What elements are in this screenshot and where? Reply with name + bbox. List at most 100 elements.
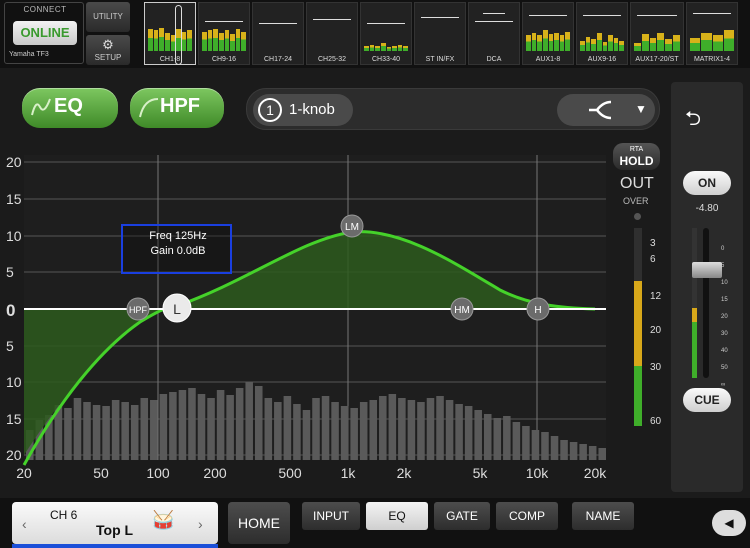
gain-axis-label: 5 [6,338,14,354]
rta-bar [264,398,273,460]
fader-track[interactable] [703,228,709,378]
bank-label: MATRIX1-4 [693,56,731,63]
meter-scale-label: 60 [650,416,662,427]
rta-bar [445,400,454,460]
tab-eq[interactable]: EQ [366,502,428,530]
rta-bar [226,395,234,460]
online-button[interactable]: ONLINE [13,21,77,45]
rta-bar [102,406,110,460]
rta-bar [464,406,473,460]
out-meter-green [634,366,642,426]
rta-bar [588,446,597,460]
channel-color-bar [12,544,218,548]
hpf-node[interactable]: HPF [126,297,150,321]
fader-scale-label: ∞ [721,382,726,388]
rta-bar [235,388,244,460]
bank-dca[interactable]: DCA [468,2,520,65]
freq-axis-label: 2k [396,465,412,481]
next-channel-icon[interactable]: › [198,516,203,532]
high-node[interactable]: H [526,297,550,321]
freq-axis-label: 10k [525,465,549,481]
high-mid-node[interactable]: HM [450,297,474,321]
fader-scale-label: 5 [721,263,725,269]
channel-number: CH 6 [50,508,78,522]
rta-bar [522,426,530,460]
expand-left-icon[interactable]: ◀ [712,510,746,536]
fader-scale-label: 10 [721,280,728,286]
tab-input[interactable]: INPUT [302,502,360,530]
fader-scale-label: 15 [721,297,728,303]
freq-info: Freq 125Hz [149,230,206,242]
rta-bar [417,402,425,460]
freq-axis-label: 500 [278,465,302,481]
rta-bar [73,398,82,460]
knob-number-icon: 1 [258,98,282,122]
gain-axis-label: 10 [6,228,22,244]
back-icon[interactable]: ⮌ [685,104,701,138]
utility-button[interactable]: UTILITY [86,2,130,32]
fader-scale-label: 0 [721,246,725,252]
eq-button[interactable]: EQ [22,88,118,128]
gear-icon: ⚙ [102,37,114,52]
rta-bar [140,398,149,460]
low-node[interactable]: L [162,293,192,323]
over-indicator [634,213,641,220]
channel-strip-panel: ⮌ ON -4.80 0 5 10 15 20 30 40 50 ∞ CUE [671,82,743,492]
bank-aux9-16[interactable]: AUX9-16 [576,2,628,65]
bank-matrix1-4[interactable]: MATRIX1-4 [686,2,738,65]
freq-axis-label: 1k [340,465,356,481]
bank-label: AUX17-20/ST [635,56,679,63]
rta-bar [64,408,72,460]
bank-ch25-32[interactable]: CH25-32 [306,2,358,65]
rta-bar [159,394,168,460]
channel-selector[interactable]: ‹ CH 6 Top L 🥁 › [12,502,218,548]
rta-bar [83,402,91,460]
bank-st-in-fx[interactable]: ST IN/FX [414,2,466,65]
bank-ch9-16[interactable]: CH9-16 [198,2,250,65]
rta-bar [550,436,559,460]
eq-type-dropdown[interactable]: ▼ [557,94,655,126]
bank-aux1-8[interactable]: AUX1-8 [522,2,574,65]
setup-button[interactable]: ⚙ SETUP [86,35,130,65]
bank-label: AUX9-16 [587,56,617,63]
bank-label: AUX1-8 [535,56,561,63]
rta-bar [150,400,158,460]
rta-bar [340,406,349,460]
bank-ch1-8[interactable]: CH1-8 [144,2,196,65]
prev-channel-icon[interactable]: ‹ [22,516,27,532]
rta-bar [331,402,339,460]
fader-level-value: -4.80 [695,203,719,214]
device-name: Yamaha TF3 [9,51,49,58]
rta-bar [302,410,311,460]
tab-name[interactable]: NAME [572,502,634,530]
rta-bar [169,392,177,460]
home-button[interactable]: HOME [228,502,290,544]
rta-bar [569,442,578,460]
gain-axis-label: 20 [6,154,22,170]
out-meter [634,228,642,426]
hpf-button[interactable]: HPF [130,88,224,128]
gain-axis-label: 20 [6,447,22,463]
cue-button[interactable]: CUE [683,388,731,412]
low-node-label: L [173,301,181,317]
rta-hold-button[interactable]: RTA HOLD [613,143,660,170]
bank-aux17-20-st[interactable]: AUX17-20/ST [630,2,684,65]
rta-bar [426,398,435,460]
rta-bar [407,400,416,460]
rta-bar [512,422,521,460]
bank-ch17-24[interactable]: CH17-24 [252,2,304,65]
freq-axis-label: 20 [16,465,32,481]
knob-mode-button[interactable]: 1 1-knob [253,94,353,126]
meter-scale-label: 6 [650,254,656,265]
rta-bar [531,430,540,460]
fader-handle[interactable] [692,262,722,278]
freq-axis-label: 200 [203,465,227,481]
bank-ch33-40[interactable]: CH33-40 [360,2,412,65]
low-mid-node[interactable]: LM [340,214,364,238]
channel-on-button[interactable]: ON [683,171,731,195]
rta-bar [216,390,225,460]
tab-gate[interactable]: GATE [434,502,490,530]
channel-name: Top L [96,522,134,538]
tab-comp[interactable]: COMP [496,502,558,530]
eq-graph[interactable]: Freq 125Hz Gain 0.0dB HPF L LM HM H [0,150,612,470]
